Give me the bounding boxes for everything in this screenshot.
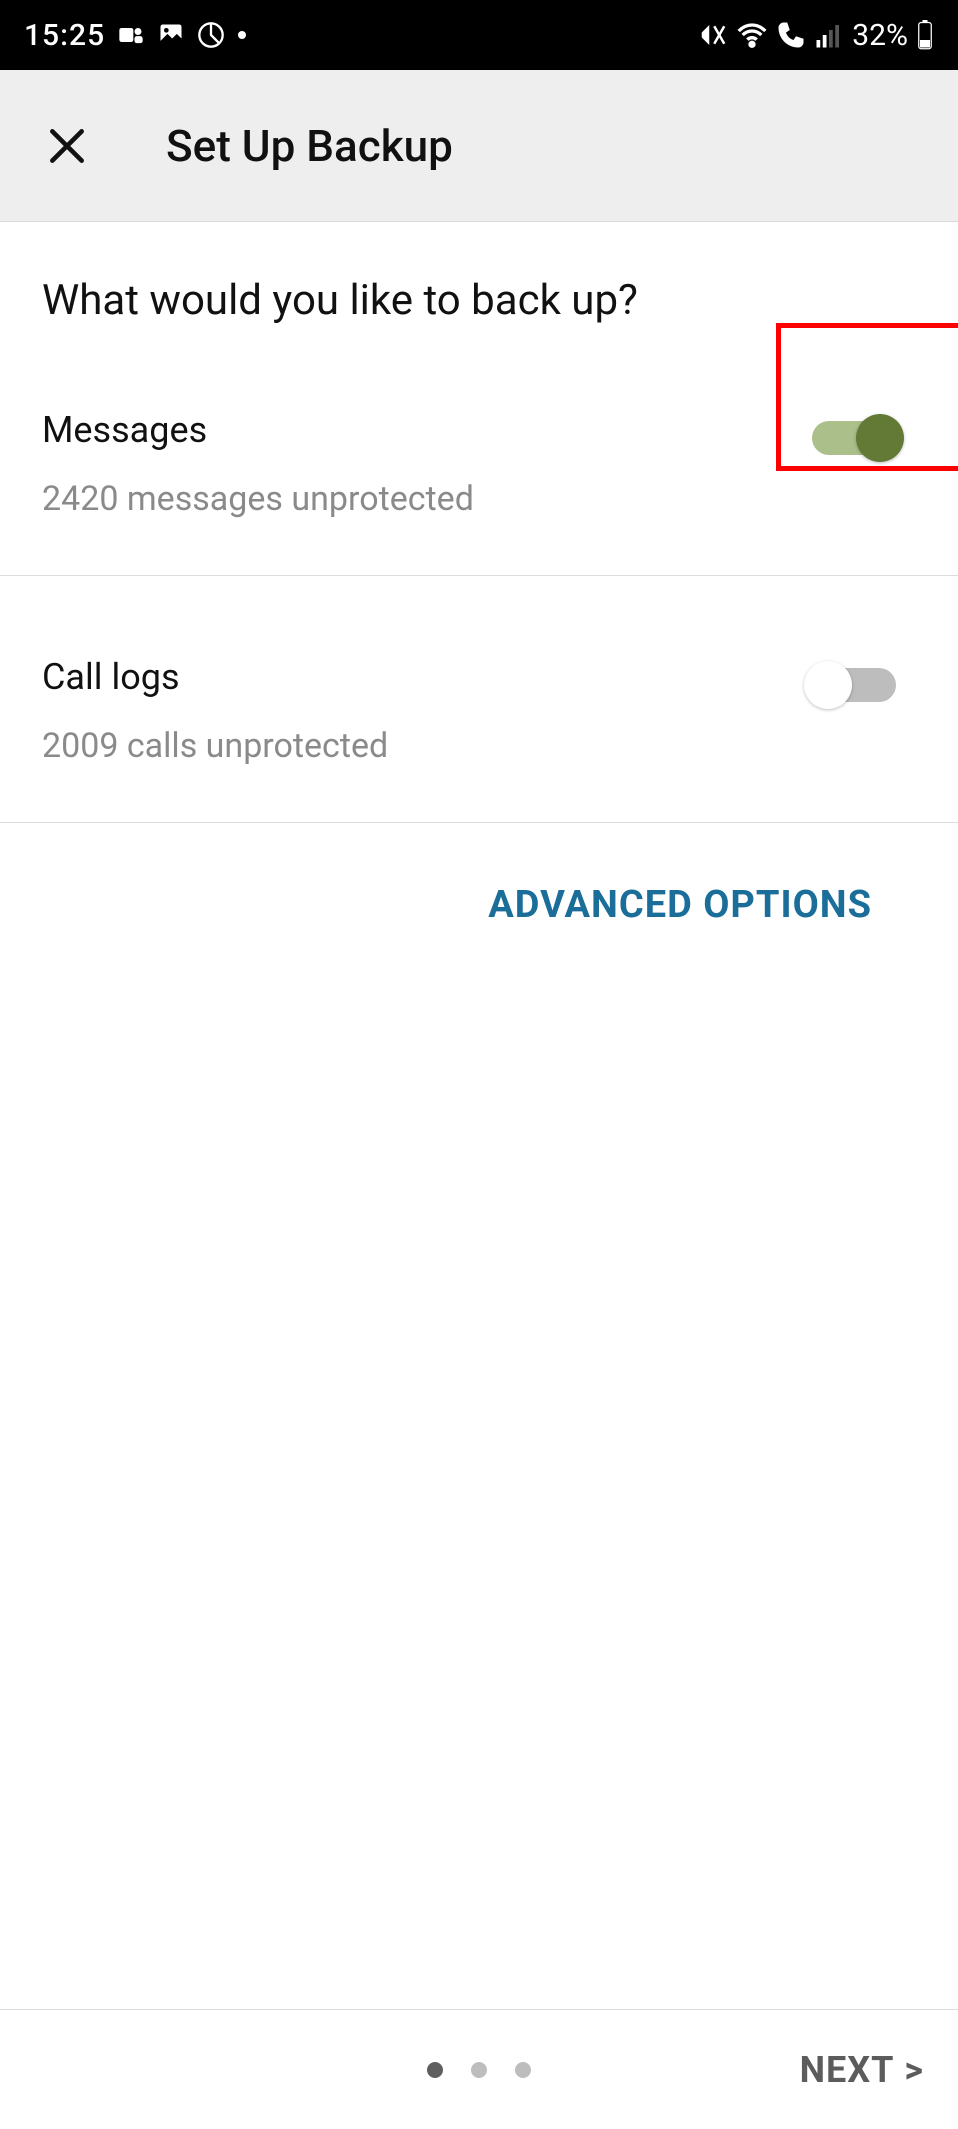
teams-icon: [117, 21, 145, 49]
battery-text: 32%: [852, 18, 908, 53]
item-label: Messages: [42, 409, 474, 451]
page-dot-3: [515, 2062, 531, 2078]
chevron-right-icon: >: [904, 2049, 924, 2091]
toggle-knob: [804, 661, 852, 709]
content-area: What would you like to back up? Messages…: [0, 222, 958, 927]
page-dot-1: [427, 2062, 443, 2078]
close-button[interactable]: [40, 119, 94, 173]
toggle-knob: [856, 414, 904, 462]
page-dot-2: [471, 2062, 487, 2078]
call-logs-toggle[interactable]: [812, 668, 896, 702]
backup-item-messages[interactable]: Messages 2420 messages unprotected: [0, 329, 958, 576]
app-bar: Set Up Backup: [0, 70, 958, 222]
item-subtext: 2420 messages unprotected: [42, 479, 474, 519]
battery-icon: [916, 20, 934, 50]
more-dot-icon: [237, 30, 247, 40]
app-update-icon: [197, 21, 225, 49]
wifi-icon: [736, 19, 768, 51]
backup-item-call-logs[interactable]: Call logs 2009 calls unprotected: [0, 576, 958, 823]
call-wifi-icon: [776, 20, 806, 50]
item-subtext: 2009 calls unprotected: [42, 726, 388, 766]
item-text: Messages 2420 messages unprotected: [42, 409, 474, 519]
page-title: Set Up Backup: [166, 120, 453, 172]
item-text: Call logs 2009 calls unprotected: [42, 656, 388, 766]
section-heading: What would you like to back up?: [42, 274, 916, 329]
status-left: 15:25: [24, 18, 247, 53]
advanced-options-button[interactable]: ADVANCED OPTIONS: [42, 823, 916, 927]
page-indicator: [427, 2062, 531, 2078]
messages-toggle[interactable]: [812, 421, 896, 455]
bottom-bar: NEXT >: [0, 2009, 958, 2129]
status-right: 32%: [698, 18, 934, 53]
next-button[interactable]: NEXT >: [800, 2049, 924, 2091]
next-label: NEXT: [800, 2049, 895, 2091]
vibrate-icon: [698, 20, 728, 50]
signal-icon: [814, 20, 844, 50]
image-icon: [157, 21, 185, 49]
clock: 15:25: [24, 18, 105, 53]
item-label: Call logs: [42, 656, 388, 698]
close-icon: [45, 124, 89, 168]
status-bar: 15:25 32%: [0, 0, 958, 70]
